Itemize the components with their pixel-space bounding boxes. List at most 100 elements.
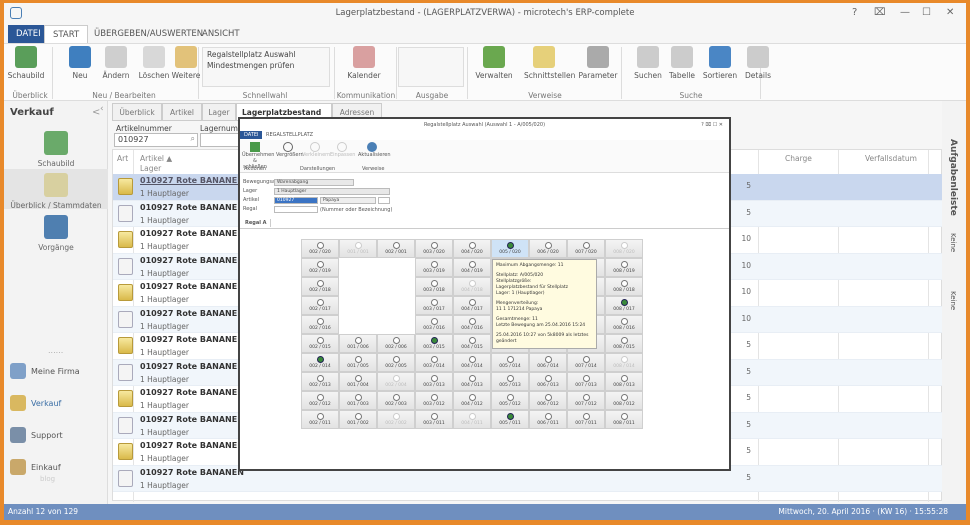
- stellplatz-cell[interactable]: 001 / 005: [339, 353, 377, 372]
- aufgabenleiste-label[interactable]: Aufgabenleiste: [948, 139, 958, 216]
- splitter-grip[interactable]: ......: [48, 346, 63, 355]
- vergroessern-button[interactable]: Vergrößern: [276, 142, 304, 158]
- stellplatz-cell[interactable]: 004 / 013: [453, 372, 491, 391]
- bewegungsart-select[interactable]: Warenabgang: [274, 179, 354, 186]
- stellplatz-cell[interactable]: 005 / 012: [491, 391, 529, 410]
- quick-mindestmengen[interactable]: Mindestmengen prüfen: [203, 61, 329, 70]
- row-artikel[interactable]: 010927 Rote BANANEN: [140, 176, 244, 185]
- row-artikel[interactable]: 010927 Rote BANANEN: [140, 335, 244, 344]
- stellplatz-cell[interactable]: 006 / 012: [529, 391, 567, 410]
- nav-ueberblick-stammdaten[interactable]: Überblick / Stammdaten: [4, 169, 108, 210]
- stellplatz-cell[interactable]: 008 / 013: [605, 372, 643, 391]
- stellplatz-cell[interactable]: 002 / 004: [377, 372, 415, 391]
- maximize-button[interactable]: ☐: [922, 7, 931, 18]
- stellplatz-cell[interactable]: 003 / 017: [415, 296, 453, 315]
- ribbon-button-ndern[interactable]: Ändern: [96, 46, 136, 80]
- aktualisieren-button[interactable]: Aktualisieren: [358, 142, 391, 158]
- stellplatz-cell[interactable]: 004 / 012: [453, 391, 491, 410]
- stellplatz-cell[interactable]: 003 / 013: [415, 372, 453, 391]
- stellplatz-cell[interactable]: 005 / 011: [491, 410, 529, 429]
- stellplatz-cell[interactable]: 004 / 015: [453, 334, 491, 353]
- col-lager[interactable]: Lager: [140, 164, 161, 173]
- tabs-back-icon[interactable]: ‹: [100, 104, 104, 114]
- stellplatz-cell[interactable]: 003 / 016: [415, 315, 453, 334]
- stellplatz-cell[interactable]: 002 / 013: [301, 372, 339, 391]
- stellplatz-cell[interactable]: 002 / 019: [301, 258, 339, 277]
- stellplatz-cell[interactable]: 001 / 003: [339, 391, 377, 410]
- stellplatz-cell[interactable]: 002 / 006: [377, 334, 415, 353]
- stellplatz-cell[interactable]: 007 / 020: [567, 239, 605, 258]
- ribbon-button-neu[interactable]: Neu: [60, 46, 100, 80]
- tab-uebergeben[interactable]: ÜBERGEBEN/AUSWERTEN: [86, 25, 211, 43]
- col-charge[interactable]: Charge: [785, 154, 812, 163]
- lager-select[interactable]: 1 Hauptlager: [274, 188, 390, 195]
- stellplatz-cell[interactable]: 001 / 001: [339, 239, 377, 258]
- dialog-tab-datei[interactable]: DATEI: [240, 131, 263, 139]
- ribbon-button-schaubild[interactable]: Schaubild: [6, 46, 46, 80]
- col-art[interactable]: Art: [117, 154, 128, 163]
- stellplatz-cell[interactable]: 007 / 012: [567, 391, 605, 410]
- stellplatz-cell[interactable]: 002 / 003: [377, 391, 415, 410]
- module-einkauf[interactable]: Einkauf: [10, 459, 61, 475]
- row-artikel[interactable]: 010927 Rote BANANEN: [140, 203, 244, 212]
- keine-item-1[interactable]: Keine: [949, 233, 957, 252]
- tab-lager[interactable]: Lager: [202, 103, 236, 121]
- stellplatz-cell[interactable]: 002 / 020: [301, 239, 339, 258]
- ribbon-button-details[interactable]: Details: [738, 46, 778, 80]
- stellplatz-cell[interactable]: 002 / 018: [301, 277, 339, 296]
- nav-vorgaenge[interactable]: Vorgänge: [4, 215, 108, 252]
- row-artikel[interactable]: 010927 Rote BANANEN: [140, 282, 244, 291]
- module-support[interactable]: Support: [10, 427, 63, 443]
- dialog-tab-regalstellplatz[interactable]: REGALSTELLPLATZ: [262, 131, 317, 139]
- stellplatz-cell[interactable]: 005 / 013: [491, 372, 529, 391]
- stellplatz-cell[interactable]: 002 / 014: [301, 353, 339, 372]
- stellplatz-cell[interactable]: 001 / 004: [339, 372, 377, 391]
- dialog-window-controls[interactable]: ? ⌧ ☐ ✕: [701, 122, 723, 128]
- stellplatz-cell[interactable]: 004 / 014: [453, 353, 491, 372]
- stellplatz-cell[interactable]: 008 / 020: [605, 239, 643, 258]
- stellplatz-cell[interactable]: 002 / 015: [301, 334, 339, 353]
- stellplatz-cell[interactable]: 008 / 017: [605, 296, 643, 315]
- stellplatz-cell[interactable]: 005 / 014: [491, 353, 529, 372]
- row-artikel[interactable]: 010927 Rote BANANEN: [140, 309, 244, 318]
- stellplatz-cell[interactable]: 002 / 005: [377, 353, 415, 372]
- ribbon-button-schnittstellen[interactable]: Schnittstellen: [524, 46, 575, 80]
- stellplatz-cell[interactable]: 003 / 018: [415, 277, 453, 296]
- stellplatz-cell[interactable]: 008 / 015: [605, 334, 643, 353]
- stellplatz-cell[interactable]: 002 / 011: [301, 410, 339, 429]
- restore-layout-button[interactable]: ⌧: [874, 7, 886, 18]
- ribbon-button-weitere[interactable]: Weitere: [166, 46, 206, 80]
- stellplatz-cell[interactable]: 001 / 006: [339, 334, 377, 353]
- col-artikel[interactable]: Artikel ▲: [140, 154, 172, 163]
- stellplatz-cell[interactable]: 003 / 020: [415, 239, 453, 258]
- stellplatz-cell[interactable]: 004 / 018: [453, 277, 491, 296]
- stellplatz-cell[interactable]: 003 / 011: [415, 410, 453, 429]
- ribbon-button-verwalten[interactable]: Verwalten: [474, 46, 514, 80]
- stellplatz-cell[interactable]: 008 / 011: [605, 410, 643, 429]
- stellplatz-cell[interactable]: 004 / 017: [453, 296, 491, 315]
- stellplatz-cell[interactable]: 002 / 016: [301, 315, 339, 334]
- tab-ueberblick[interactable]: Überblick: [112, 103, 162, 121]
- stellplatz-cell[interactable]: 003 / 014: [415, 353, 453, 372]
- stellplatz-cell[interactable]: 008 / 012: [605, 391, 643, 410]
- stellplatz-cell[interactable]: 004 / 020: [453, 239, 491, 258]
- ribbon-button-kalender[interactable]: Kalender: [344, 46, 384, 80]
- stellplatz-cell[interactable]: 004 / 019: [453, 258, 491, 277]
- stellplatz-cell[interactable]: 008 / 019: [605, 258, 643, 277]
- stellplatz-cell[interactable]: 007 / 011: [567, 410, 605, 429]
- row-artikel[interactable]: 010927 Rote BANANEN: [140, 415, 244, 424]
- ribbon-button-parameter[interactable]: Parameter: [578, 46, 618, 80]
- minimize-button[interactable]: —: [900, 7, 910, 18]
- artikelnummer-input[interactable]: 010927 ⌕: [114, 133, 198, 147]
- stellplatz-cell[interactable]: 004 / 016: [453, 315, 491, 334]
- regal-input[interactable]: [274, 206, 318, 213]
- stellplatz-cell[interactable]: 004 / 011: [453, 410, 491, 429]
- stellplatz-cell[interactable]: 008 / 016: [605, 315, 643, 334]
- row-artikel[interactable]: 010927 Rote BANANEN: [140, 388, 244, 397]
- stellplatz-cell[interactable]: 002 / 017: [301, 296, 339, 315]
- row-artikel[interactable]: 010927 Rote BANANEN: [140, 229, 244, 238]
- stellplatz-cell[interactable]: 006 / 013: [529, 372, 567, 391]
- tab-ansicht[interactable]: ANSICHT: [194, 25, 248, 43]
- stellplatz-cell[interactable]: 002 / 002: [377, 410, 415, 429]
- ribbon-button-tabelle[interactable]: Tabelle: [662, 46, 702, 80]
